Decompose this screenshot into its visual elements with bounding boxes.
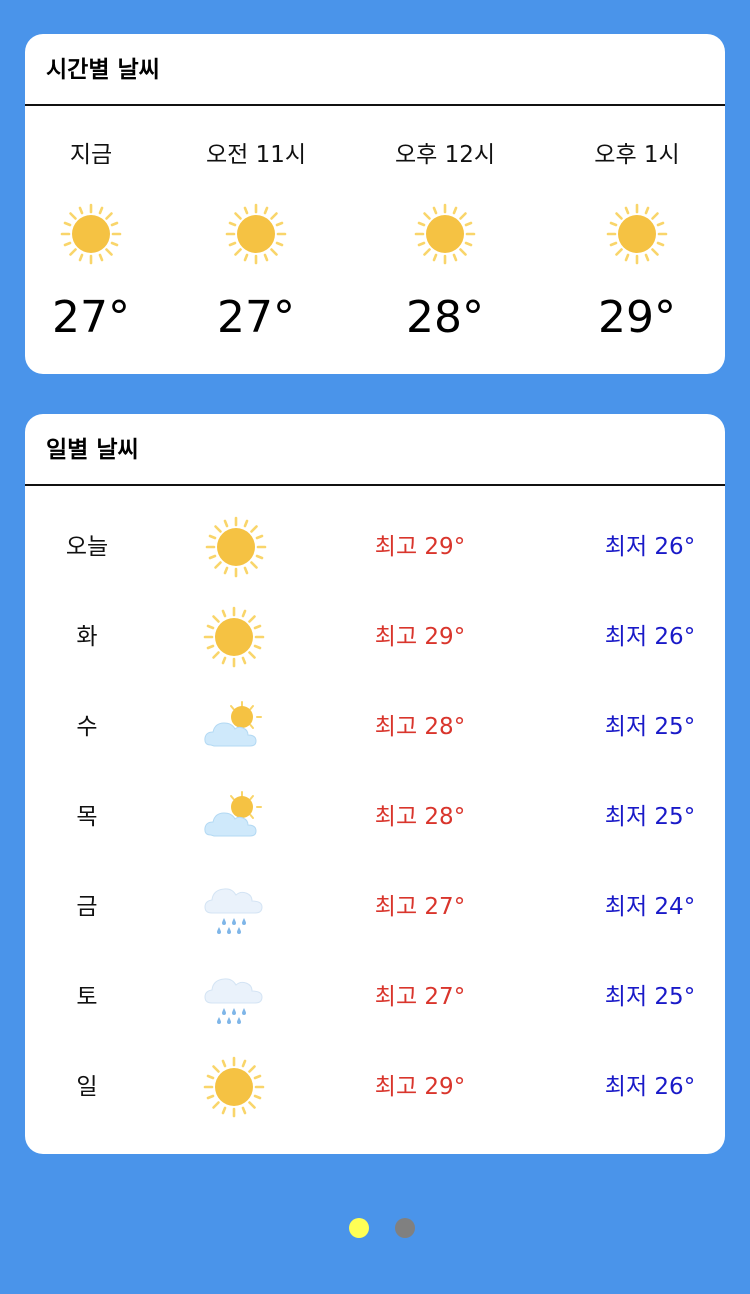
sun-icon: [202, 605, 266, 669]
day-name: 화: [76, 624, 98, 650]
daily-row: 목 최고 28° 최저 25°: [25, 785, 725, 849]
hourly-item: 오전 11시 27°: [166, 140, 346, 344]
hour-label: 지금: [69, 142, 113, 168]
sun-icon: [224, 202, 288, 266]
sun-icon: [59, 202, 123, 266]
high-temp: 최고 27°: [374, 894, 466, 920]
hour-temp: 28°: [406, 292, 484, 343]
daily-row: 토 최고 27° 최저 25°: [25, 965, 725, 1029]
hour-label: 오후 1시: [594, 142, 680, 168]
hour-temp: 27°: [52, 292, 130, 343]
hourly-item: 지금 27°: [25, 140, 181, 344]
high-temp: 최고 28°: [374, 714, 466, 740]
hour-temp: 29°: [598, 292, 676, 343]
day-name: 토: [76, 984, 98, 1010]
low-temp: 최저 25°: [604, 714, 696, 740]
day-name: 금: [76, 894, 98, 920]
low-temp: 최저 26°: [604, 1074, 696, 1100]
page-indicator-dot-active[interactable]: [349, 1218, 369, 1238]
sun-icon: [605, 202, 669, 266]
high-temp: 최고 29°: [374, 534, 466, 560]
rain-cloud-icon: [202, 965, 266, 1029]
sun-icon: [202, 1055, 266, 1119]
hourly-weather-title: 시간별 날씨: [25, 34, 725, 106]
high-temp: 최고 27°: [374, 984, 466, 1010]
hourly-item: 오후 12시 28°: [355, 140, 535, 344]
hour-label: 오전 11시: [205, 142, 307, 168]
hour-temp: 27°: [217, 292, 295, 343]
partly-cloudy-icon: [202, 785, 266, 849]
daily-row: 일 최고 29° 최저 26°: [25, 1055, 725, 1119]
sun-icon: [413, 202, 477, 266]
daily-row: 수 최고 28° 최저 25°: [25, 695, 725, 759]
low-temp: 최저 26°: [604, 534, 696, 560]
high-temp: 최고 28°: [374, 804, 466, 830]
low-temp: 최저 25°: [604, 984, 696, 1010]
day-name: 오늘: [65, 534, 109, 560]
hourly-item: 오후 1시 29°: [547, 140, 725, 344]
daily-row: 화 최고 29° 최저 26°: [25, 605, 725, 669]
day-name: 일: [76, 1074, 98, 1100]
daily-weather-title: 일별 날씨: [25, 414, 725, 486]
high-temp: 최고 29°: [374, 624, 466, 650]
daily-weather-card: 일별 날씨 오늘 최고 29° 최저 26° 화 최고 29° 최저 26° 수…: [25, 414, 725, 1154]
low-temp: 최저 24°: [604, 894, 696, 920]
daily-row: 금 최고 27° 최저 24°: [25, 875, 725, 939]
low-temp: 최저 25°: [604, 804, 696, 830]
sun-icon: [204, 515, 268, 579]
low-temp: 최저 26°: [604, 624, 696, 650]
day-name: 수: [76, 714, 98, 740]
page-indicator-dot[interactable]: [395, 1218, 415, 1238]
daily-row: 오늘 최고 29° 최저 26°: [25, 515, 725, 579]
partly-cloudy-icon: [202, 695, 266, 759]
day-name: 목: [76, 804, 98, 830]
hour-label: 오후 12시: [394, 142, 496, 168]
high-temp: 최고 29°: [374, 1074, 466, 1100]
rain-cloud-icon: [202, 875, 266, 939]
hourly-weather-card: 시간별 날씨 지금 27° 오전 11시 27° 오후 12시 28° 오후 1…: [25, 34, 725, 374]
